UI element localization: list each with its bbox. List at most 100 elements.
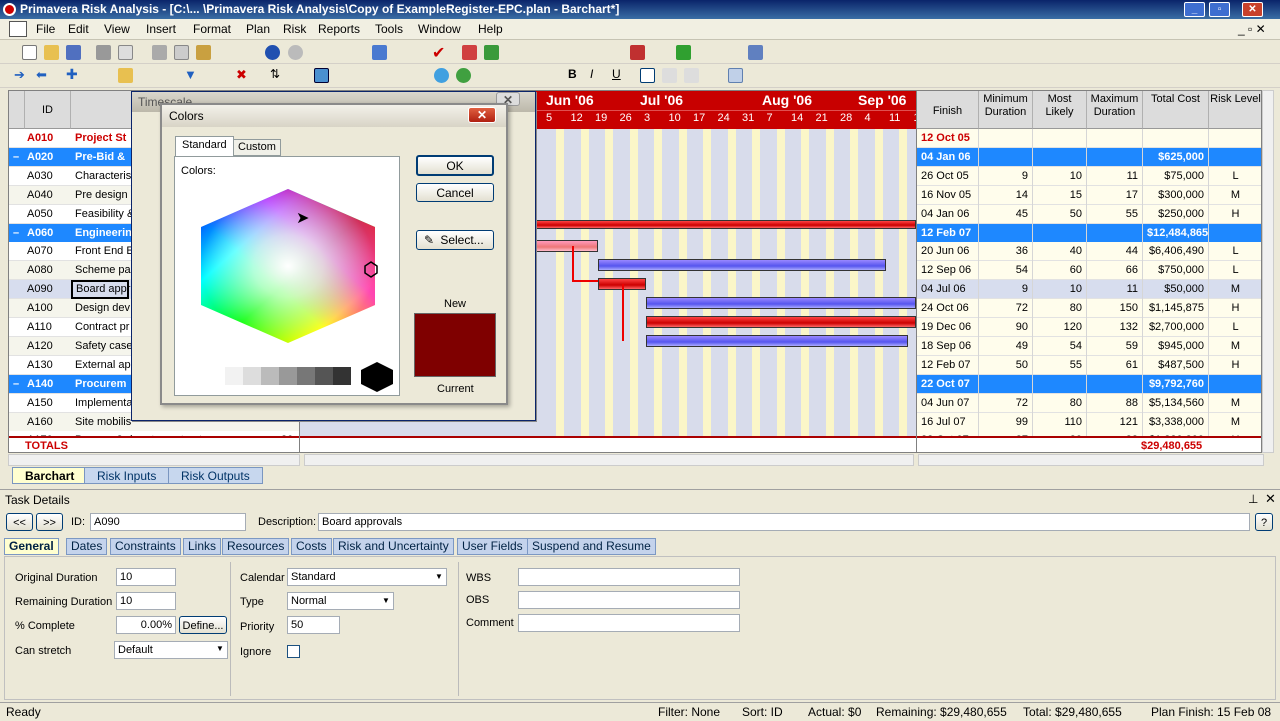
expand-toggle[interactable]: – [13,224,23,243]
menu-tools[interactable]: Tools [375,22,403,36]
close-window-button[interactable]: ✕ [1242,2,1263,17]
calendar-icon[interactable] [372,45,387,60]
original-duration-field[interactable]: 10 [116,568,176,586]
mdi-controls[interactable]: _ ▫ ✕ [1238,22,1266,36]
indent-icon[interactable]: ➔ [14,67,29,82]
maximize-button[interactable]: ▫ [1209,2,1230,17]
ok-button[interactable]: OK [416,155,494,176]
report-icon[interactable] [748,45,763,60]
task-name[interactable]: Site mobilis [75,413,131,432]
colors-close-button[interactable]: ✕ [468,107,496,123]
task-bar-a110[interactable] [646,316,916,328]
group-icon[interactable] [118,68,133,83]
help-button[interactable]: ? [1255,513,1273,531]
delete-icon[interactable]: ✖ [236,67,251,82]
tab-risk-and-uncertainty[interactable]: Risk and Uncertainty [333,538,454,555]
table-row[interactable]: 16 Nov 05 14 15 17 $300,000 M [917,185,1261,205]
zoom-in-icon[interactable] [434,68,449,83]
tab-constraints[interactable]: Constraints [110,538,181,555]
table-row[interactable]: 12 Oct 05 [917,129,1261,148]
table-row[interactable]: 12 Feb 07 50 55 61 $487,500 H [917,355,1261,375]
tab-standard[interactable]: Standard [175,136,234,156]
column-header[interactable]: Finish [917,91,979,129]
chevron-down-icon[interactable]: ▼ [435,572,443,581]
type-select[interactable]: Normal [287,592,394,610]
paste-icon[interactable] [196,45,211,60]
task-bar-a120[interactable] [646,335,908,347]
prev-task-button[interactable]: << [6,513,33,531]
table-row[interactable]: 04 Jan 06 $625,000 [917,147,1261,167]
tab-general[interactable]: General [4,538,59,555]
print-icon[interactable] [96,45,111,60]
menu-plan[interactable]: Plan [246,22,270,36]
description-field[interactable]: Board approvals [318,513,1250,531]
tab-risk-outputs[interactable]: Risk Outputs [168,467,263,484]
menu-reports[interactable]: Reports [318,22,360,36]
black-swatch[interactable] [359,360,395,394]
menu-insert[interactable]: Insert [146,22,176,36]
next-task-button[interactable]: >> [36,513,63,531]
tab-user-fields[interactable]: User Fields [457,538,528,555]
tab-links[interactable]: Links [183,538,222,555]
table-row[interactable]: 04 Jul 06 9 10 11 $50,000 M [917,280,1261,300]
save-icon[interactable] [66,45,81,60]
table-row[interactable]: 18 Sep 06 49 54 59 $945,000 M [917,336,1261,356]
task-name[interactable]: Safety case [75,337,132,356]
add-task-icon[interactable]: ✚ [66,66,81,82]
column-header[interactable]: Most Likely [1033,91,1087,129]
task-name[interactable]: Pre design [75,186,128,205]
menu-window[interactable]: Window [418,22,461,36]
column-header[interactable]: Total Cost [1143,91,1209,129]
sort-icon[interactable]: ⇅ [270,67,285,82]
task-id-field[interactable]: A090 [90,513,246,531]
chart-icon[interactable] [462,45,477,60]
cut-icon[interactable] [152,45,167,60]
task-name[interactable]: Project St [75,129,126,148]
column-header[interactable]: Minimum Duration [979,91,1033,129]
table-row[interactable]: 20 Jun 06 36 40 44 $6,406,490 L [917,242,1261,262]
zoom-out-icon[interactable] [456,68,471,83]
ignore-checkbox[interactable] [287,645,300,658]
task-name[interactable]: Engineering [75,224,139,243]
vertical-scrollbar[interactable] [1262,90,1274,453]
gantt-hscroll[interactable] [304,454,914,466]
task-bar-a080[interactable] [598,259,886,271]
column-header[interactable]: Risk Level [1209,91,1261,129]
define-button[interactable]: Define... [179,616,227,634]
task-name[interactable]: Characteris [75,167,131,186]
tab-barchart[interactable]: Barchart [12,467,88,484]
task-name[interactable]: Implementat [75,394,136,413]
table-row[interactable]: 19 Dec 06 90 120 132 $2,700,000 L [917,318,1261,337]
align-center-icon[interactable] [662,68,677,83]
chevron-down-icon[interactable]: ▼ [216,644,224,653]
table-row[interactable]: 04 Jun 07 72 80 88 $5,134,560 M [917,393,1261,413]
table-row[interactable]: 24 Oct 06 72 80 150 $1,145,875 H [917,299,1261,319]
open-folder-icon[interactable] [44,45,59,60]
cancel-button[interactable]: Cancel [416,183,494,202]
color-hexagon[interactable] [197,187,379,345]
chevron-down-icon[interactable]: ▼ [382,596,390,605]
table-row[interactable]: 22 Oct 07 $9,792,760 [917,374,1261,394]
print-preview-icon[interactable] [118,45,133,60]
align-right-icon[interactable] [684,68,699,83]
tab-resources[interactable]: Resources [222,538,290,555]
table-row[interactable]: 04 Jan 06 45 50 55 $250,000 H [917,204,1261,224]
menu-risk[interactable]: Risk [283,22,306,36]
remaining-duration-field[interactable]: 10 [116,592,176,610]
underline-icon[interactable]: U [612,67,627,82]
tab-dates[interactable]: Dates [66,538,108,555]
wbs-field[interactable] [518,568,740,586]
tornado-icon[interactable] [676,45,691,60]
table-row[interactable]: 16 Jul 07 99 110 121 $3,338,000 M [917,412,1261,432]
filter-icon[interactable]: ▼ [184,67,199,82]
table-row[interactable]: 26 Oct 05 9 10 11 $75,000 L [917,166,1261,186]
histogram-icon[interactable] [630,45,645,60]
calendar-select[interactable]: Standard [287,568,447,586]
can-stretch-select[interactable]: Default [114,641,228,659]
redo-icon[interactable] [288,45,303,60]
tab-suspend-and-resume[interactable]: Suspend and Resume [527,538,656,555]
link-icon[interactable] [314,68,329,83]
undo-icon[interactable] [265,45,280,60]
task-bar-a100[interactable] [646,297,916,309]
new-file-icon[interactable] [22,45,37,60]
